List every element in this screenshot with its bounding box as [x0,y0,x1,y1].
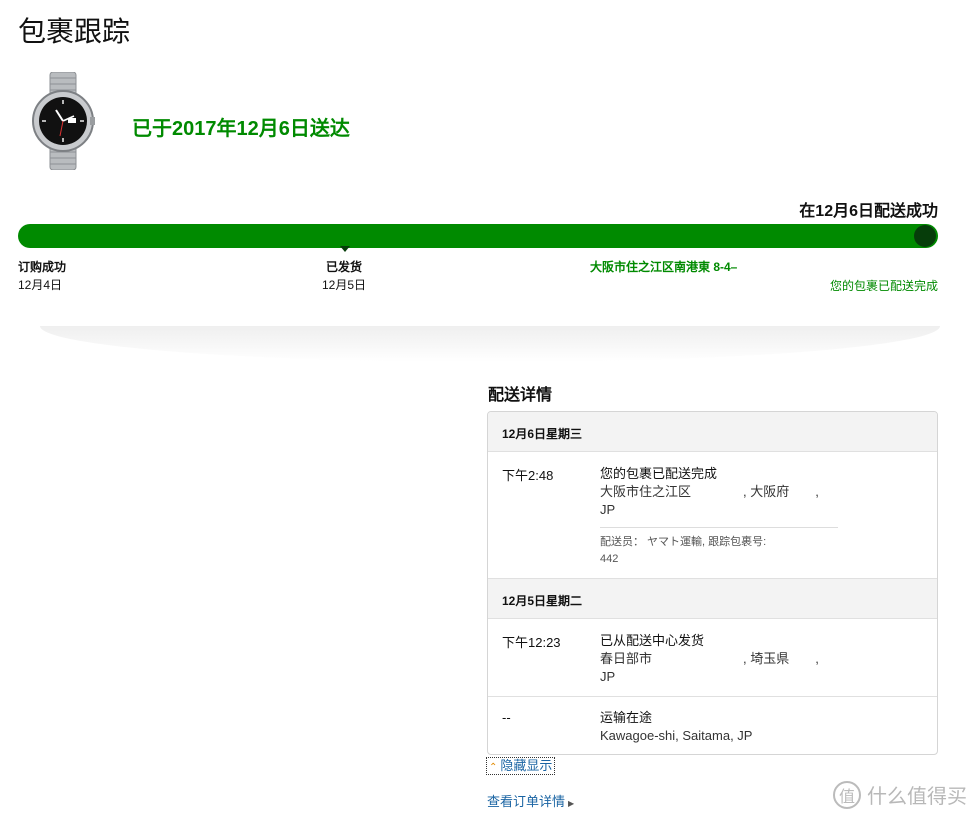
tracking-event: -- 运输在途 Kawagoe-shi, Saitama, JP [488,697,937,754]
day-header: 12月6日星期三 [488,412,937,452]
milestone-shipped: 已发货 12月5日 [322,258,366,294]
view-order-details-link[interactable]: 查看订单详情 ▶ [487,791,574,810]
progress-end-marker [914,225,936,247]
milestone-destination: 大阪市住之江区南港東 8-4– [590,260,738,274]
event-location: 春日部市 , 埼玉県 , [600,651,819,666]
milestone-shipped-date: 12月5日 [322,278,367,292]
details-title: 配送详情 [488,387,553,404]
event-location-country: JP [600,669,616,684]
delivery-details-panel: 12月6日星期三 下午2:48 您的包裹已配送完成 大阪市住之江区 , 大阪府 … [487,411,938,755]
delivery-headline: 已于2017年12月6日送达 [132,118,350,140]
view-order-details-label: 查看订单详情 [487,794,566,809]
caret-right-icon: ▶ [568,799,575,808]
tracking-event: 下午2:48 您的包裹已配送完成 大阪市住之江区 , 大阪府 , JP 配送员：… [488,452,937,579]
product-image-watch[interactable] [30,72,96,170]
watermark-badge-icon: 值 [833,780,861,809]
hide-details-link[interactable]: ⌃ 隐藏显示 [486,757,556,775]
event-location: 大阪市住之江区 , 大阪府 , [600,484,819,499]
event-time: 下午12:23 [502,635,561,650]
hide-details-label: 隐藏显示 [500,758,553,773]
event-location: Kawagoe-shi, Saitama, JP [600,728,753,743]
section-divider [40,326,940,362]
event-time: -- [502,710,511,725]
watermark: 值 什么值得买 [833,780,967,809]
chevron-up-icon: ⌃ [489,762,498,773]
event-tracking-number: 442 [600,553,619,565]
milestone-ordered-date: 12月4日 [18,278,63,292]
page-title: 包裹跟踪 [18,16,131,47]
event-separator [600,527,838,528]
event-status: 运输在途 [600,710,653,725]
event-location-country: JP [600,502,616,517]
event-carrier: 配送员： ヤマト運輸, 跟踪包裹号: [600,536,767,548]
event-status: 您的包裹已配送完成 [600,466,718,481]
milestone-ordered-label: 订购成功 [18,260,67,274]
delivery-status-right: 在12月6日配送成功 [799,203,938,220]
progress-shipped-marker [340,246,350,252]
delivery-progress-bar [18,224,938,248]
milestone-ordered: 订购成功 12月4日 [18,258,66,294]
milestone-shipped-label: 已发货 [326,260,363,274]
watermark-text: 什么值得买 [867,786,967,808]
event-time: 下午2:48 [502,468,554,483]
milestone-completed-note: 您的包裹已配送完成 [829,279,938,293]
tracking-event: 下午12:23 已从配送中心发货 春日部市 , 埼玉県 , JP [488,619,937,697]
event-status: 已从配送中心发货 [600,633,705,648]
day-header: 12月5日星期二 [488,579,937,619]
